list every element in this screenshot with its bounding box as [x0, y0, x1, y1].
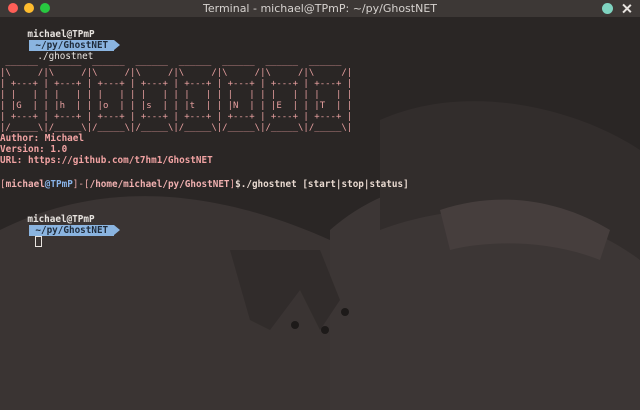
window-title: Terminal - michael@TPmP: ~/py/GhostNET [203, 2, 437, 15]
ghost-path: /home/michael/py/GhostNET [89, 179, 230, 190]
prompt-line-2: michael@TPmP ~/py/GhostNET [5, 203, 120, 258]
terminal-output[interactable]: michael@TPmP ~/py/GhostNET ./ghostnet __… [0, 17, 640, 410]
prompt-user: michael@TPmP [27, 29, 95, 40]
prompt-user-2: michael@TPmP [27, 214, 95, 225]
prompt-path-2: ~/py/GhostNET [29, 225, 120, 236]
ghost-host: TPmP [50, 179, 73, 190]
version-line: Version: 1.0 [0, 144, 68, 155]
window-controls-right [602, 3, 632, 14]
url-line: URL: https://github.com/t7hm1/GhostNET [0, 155, 213, 166]
bracket-sep: ]-[ [72, 179, 90, 190]
prompt-path: ~/py/GhostNET [29, 40, 120, 51]
author-line: Author: Michael [0, 133, 84, 144]
ghost-user: michael [5, 179, 45, 190]
close-x-icon[interactable] [621, 3, 632, 14]
title-bar: Terminal - michael@TPmP: ~/py/GhostNET [0, 0, 640, 17]
ghostnet-ascii-banner: ______ ______ ______ ______ ______ _____… [0, 57, 353, 133]
ghostnet-prompt-line: [michael@TPmP]-[/home/michael/py/GhostNE… [0, 179, 409, 190]
restore-button[interactable] [602, 3, 613, 14]
ghost-usage: ./ghostnet [start|stop|status] [240, 179, 409, 190]
text-cursor[interactable] [35, 236, 43, 247]
